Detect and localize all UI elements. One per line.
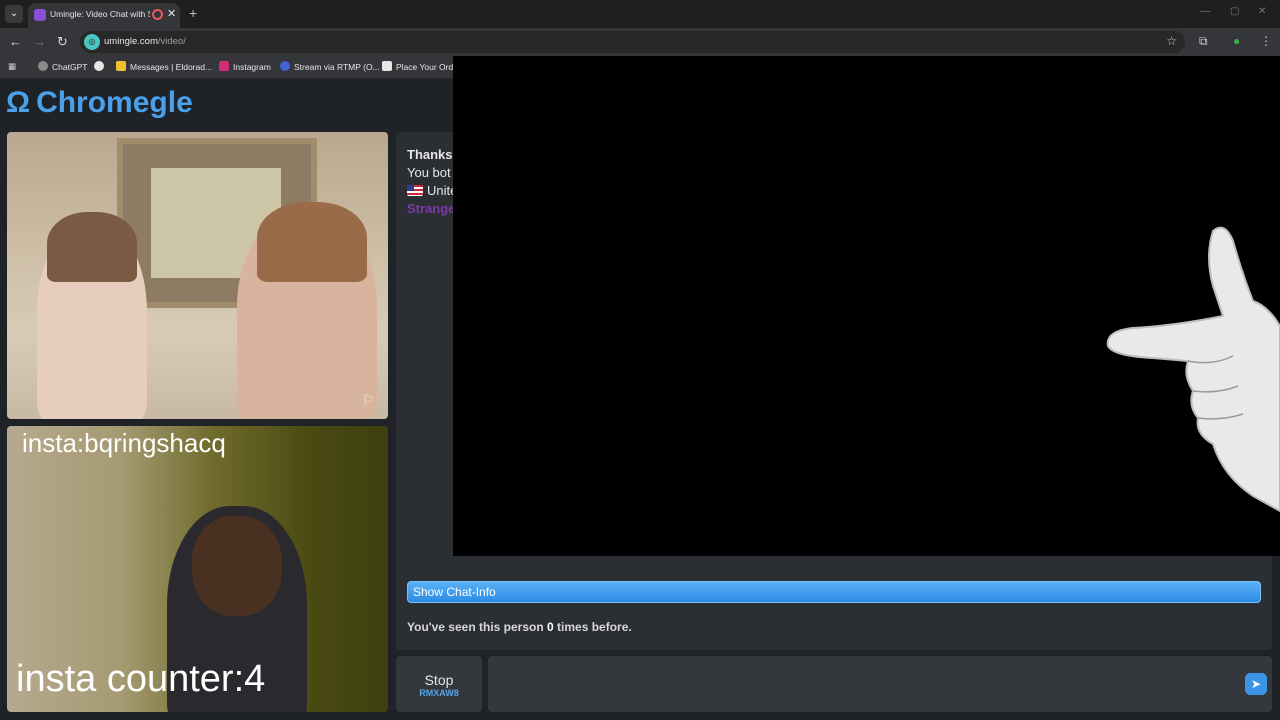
address-bar[interactable]: ◎ umingle.com/video/ ☆ [80, 31, 1185, 53]
doc-icon [382, 61, 392, 71]
pointing-hand-image [1106, 226, 1280, 513]
bookmark-globe[interactable] [94, 61, 108, 72]
reload-icon[interactable]: ↻ [57, 34, 68, 50]
bookmark-star-icon[interactable]: ☆ [1166, 34, 1177, 48]
logo-text: Chromegle [36, 86, 193, 119]
close-window-icon[interactable]: ✕ [1258, 6, 1266, 17]
menu-icon[interactable]: ⋮ [1260, 34, 1272, 48]
tab-favicon-icon [34, 9, 46, 21]
bookmark-chatgpt[interactable]: ChatGPT [38, 61, 87, 72]
send-icon[interactable]: ➤ [1245, 673, 1267, 695]
chat-line-stranger: Strange [407, 201, 456, 216]
bookmark-label: Messages | Eldorad... [130, 62, 213, 72]
tab-title: Umingle: Video Chat with S [50, 9, 150, 19]
apps-grid-icon[interactable]: ▦ [8, 61, 16, 72]
new-tab-icon[interactable]: + [189, 5, 197, 21]
bookmark-place-order[interactable]: Place Your Orde [382, 61, 458, 72]
seen-prefix: You've seen this person [407, 620, 548, 634]
stop-label: Stop [424, 672, 454, 688]
insta-counter-overlay: insta counter:4 [16, 658, 266, 700]
url-host: umingle.com [104, 36, 158, 47]
browser-tab-active[interactable]: Umingle: Video Chat with S ✕ [28, 3, 180, 28]
seen-count: 0 [547, 620, 554, 634]
stop-code: RMXAW8 [419, 688, 459, 698]
tab-strip: ⌄ Umingle: Video Chat with S ✕ + — ▢ ✕ [0, 0, 1280, 28]
message-input[interactable]: ➤ [488, 656, 1272, 712]
chatgpt-icon [38, 61, 48, 71]
tab-search-icon[interactable]: ⌄ [5, 5, 23, 23]
close-tab-icon[interactable]: ✕ [167, 7, 176, 20]
report-flag-icon[interactable]: ⚐ [362, 392, 375, 409]
chat-line-thanks: Thanks [407, 147, 453, 162]
seen-count-text: You've seen this person 0 times before. [407, 620, 632, 634]
insta-handle-overlay: insta:bqringshacq [22, 428, 226, 458]
eldorado-icon [116, 61, 126, 71]
back-icon[interactable]: ← [9, 34, 22, 49]
browser-toolbar: ← → ↻ ◎ umingle.com/video/ ☆ ⧉ ● ⋮ [0, 28, 1280, 56]
chat-line-country: Unite [407, 183, 457, 198]
site-logo[interactable]: Ω Chromegle [6, 86, 193, 122]
seen-suffix: times before. [553, 620, 632, 634]
minimize-icon[interactable]: — [1200, 6, 1210, 17]
bookmark-label: Place Your Orde [396, 62, 458, 72]
bookmark-instagram[interactable]: Instagram [219, 61, 271, 72]
logo-omega-icon: Ω [6, 86, 31, 119]
self-video-feed: insta:bqringshacq insta counter:4 [7, 426, 388, 712]
site-info-icon[interactable]: ◎ [84, 34, 100, 50]
recording-indicator-icon [152, 9, 163, 20]
chat-line-status: You bot [407, 165, 451, 180]
instagram-icon [219, 61, 229, 71]
stranger-video-feed: ⚐ [7, 132, 388, 419]
bookmark-label: Stream via RTMP (O... [294, 62, 380, 72]
hair-left [47, 212, 137, 282]
bookmark-label: ChatGPT [52, 62, 88, 72]
show-chat-info-button[interactable]: Show Chat-Info [407, 581, 1261, 603]
us-flag-icon [407, 185, 423, 196]
forward-icon[interactable]: → [33, 34, 46, 49]
extensions-icon[interactable]: ⧉ [1199, 34, 1208, 49]
restream-icon [280, 61, 290, 71]
bookmark-messages[interactable]: Messages | Eldorad... [116, 61, 212, 72]
self-face [192, 516, 282, 616]
enlarged-video-overlay [453, 56, 1280, 556]
hair-right [257, 202, 367, 282]
url-path: /video/ [157, 36, 186, 47]
bookmark-label: Instagram [233, 62, 271, 72]
maximize-icon[interactable]: ▢ [1230, 6, 1239, 17]
globe-icon [94, 61, 104, 71]
url-text: umingle.com/video/ [104, 36, 186, 47]
bookmark-stream[interactable]: Stream via RTMP (O... [280, 61, 380, 72]
stop-button[interactable]: Stop RMXAW8 [396, 656, 482, 712]
profile-icon[interactable]: ● [1233, 34, 1240, 48]
